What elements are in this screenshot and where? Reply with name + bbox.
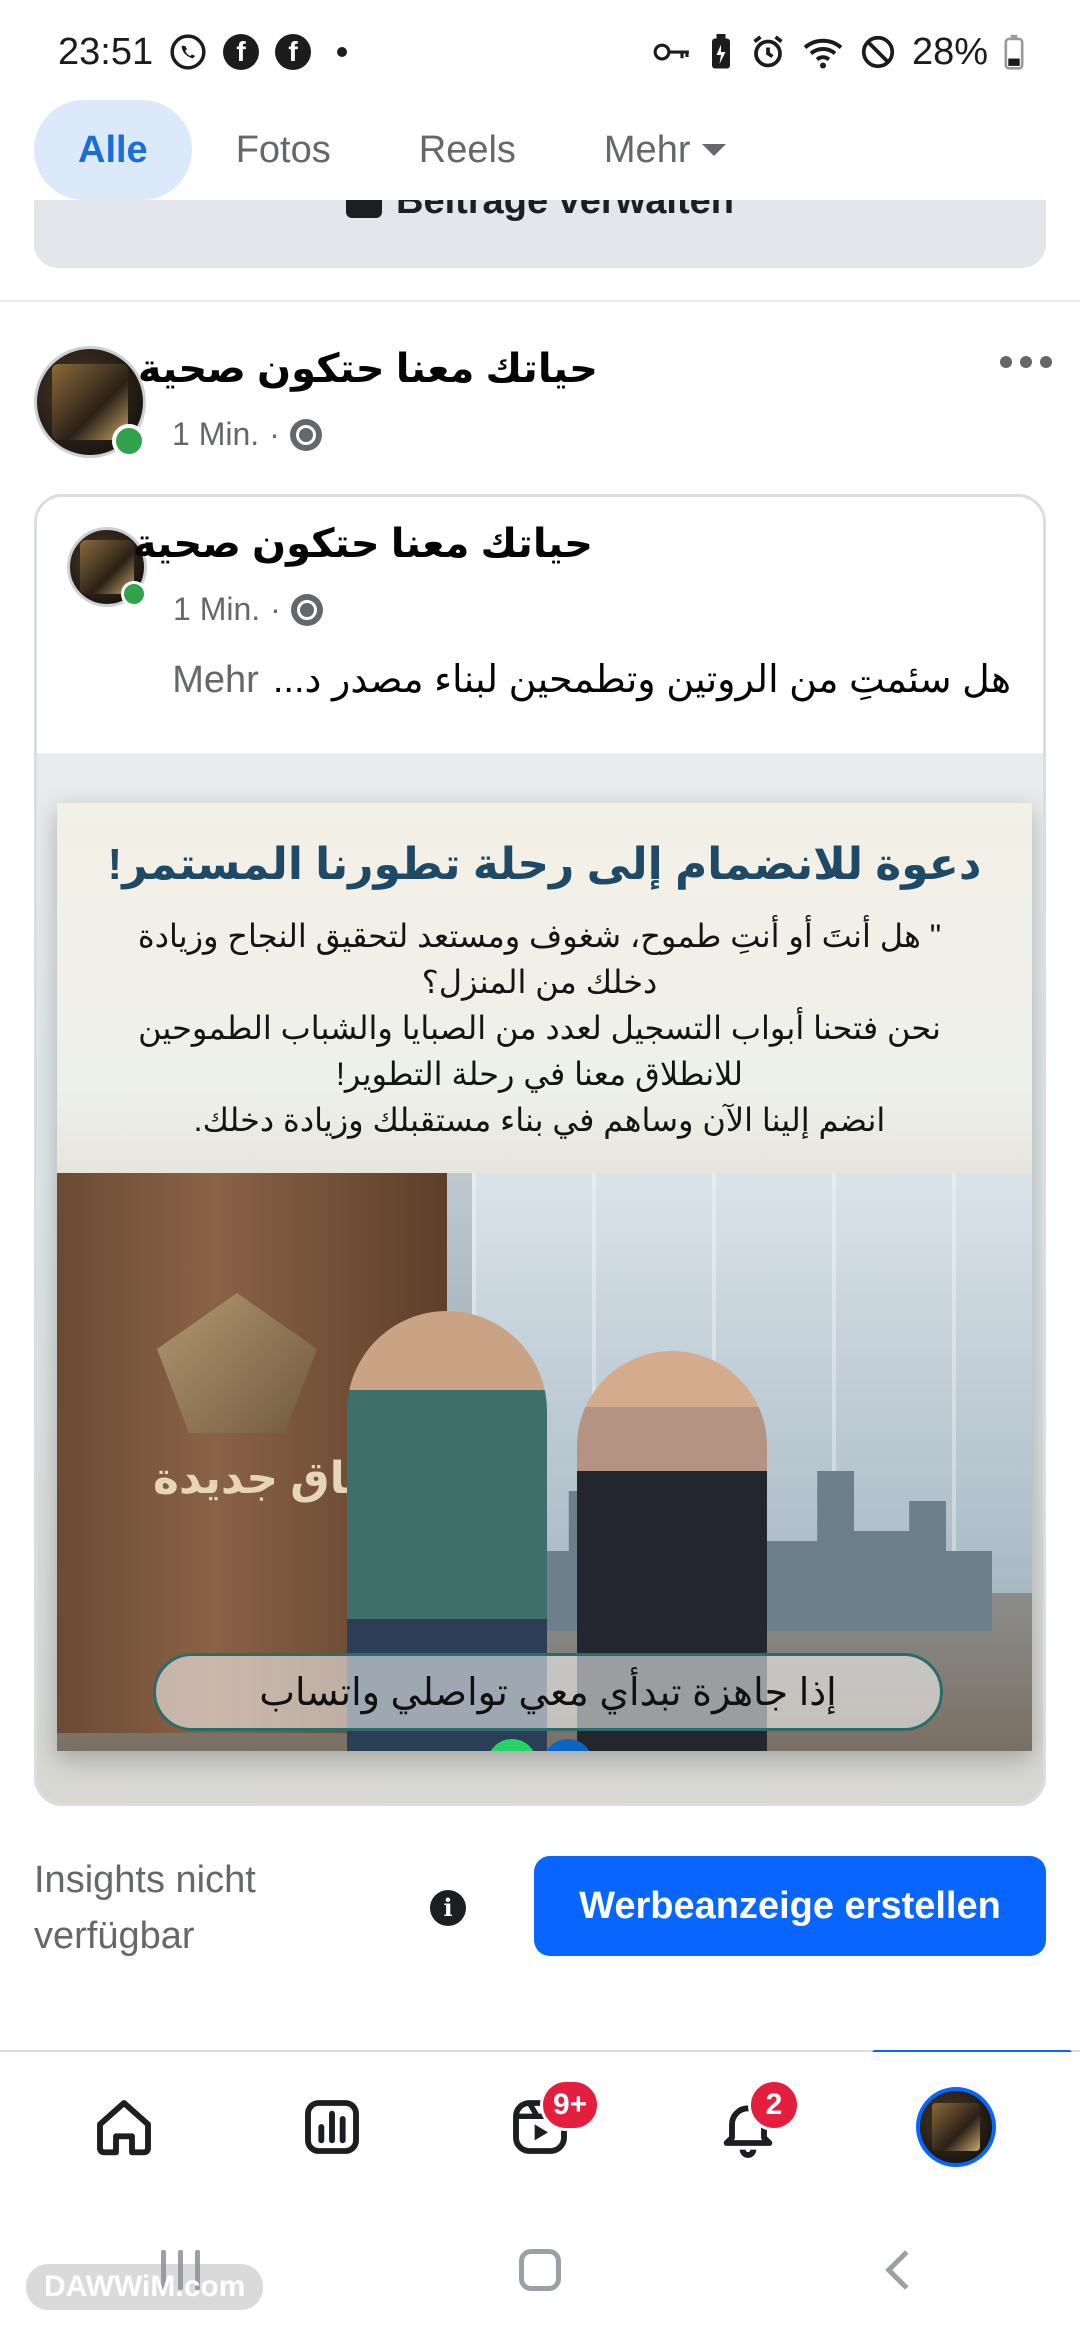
- tab-label: Reels: [418, 128, 516, 171]
- home-icon: [97, 2100, 151, 2156]
- facebook-icon: f: [275, 34, 312, 70]
- manage-posts-button[interactable]: Beiträge verwalten: [34, 200, 1046, 268]
- wifi-icon: [802, 34, 844, 70]
- tab-label: Alle: [78, 128, 148, 171]
- profile-avatar: [916, 2087, 996, 2167]
- online-indicator: [121, 581, 147, 607]
- ad-cta-pill: إذا جاهزة تبدأي معي تواصلي واتساب: [153, 1653, 943, 1731]
- clock: 23:51: [58, 30, 154, 73]
- post-meta: 1 Min. ·: [172, 416, 322, 453]
- manage-posts-label: Beiträge verwalten: [34, 200, 1046, 223]
- ad-creative: آفاق جديدة دعوة للانضمام إلى رحلة تطورنا…: [57, 803, 1032, 1751]
- reels-badge: 9+: [540, 2079, 601, 2131]
- battery-percent: 28%: [911, 30, 988, 73]
- globe-icon: [290, 593, 323, 626]
- ad-line: للانطلاق معنا في رحلة التطوير!: [336, 1056, 743, 1092]
- do-not-disturb-icon: [860, 34, 896, 70]
- tab-label: Fotos: [235, 128, 331, 171]
- notifications-badge: 2: [748, 2079, 800, 2131]
- chat-bubble-icon: [346, 200, 383, 218]
- home-square-icon: [519, 2249, 561, 2291]
- see-more-link[interactable]: Mehr: [172, 659, 259, 702]
- insights-text: Insights nicht verfügbar: [34, 1859, 256, 1957]
- shared-author-name[interactable]: حياتك معنا حتكون صحية: [133, 521, 593, 567]
- more-notifications-dot-icon: [337, 47, 348, 57]
- ad-title: دعوة للانضمام إلى رحلة تطورنا المستمر!: [107, 840, 982, 889]
- meta-separator: ·: [269, 416, 280, 452]
- ad-line: دخلك من المنزل؟: [421, 964, 658, 1000]
- nav-profile[interactable]: [906, 2077, 1006, 2177]
- alarm-icon: [750, 34, 786, 70]
- status-left: 23:51 f f: [58, 30, 348, 74]
- tab-label: Mehr: [603, 128, 691, 171]
- nav-home[interactable]: [74, 2077, 174, 2177]
- nav-insights[interactable]: [282, 2077, 382, 2177]
- facebook-icon: f: [223, 34, 260, 70]
- whatsapp-icon: [169, 33, 207, 71]
- shared-post-card[interactable]: حياتك معنا حتكون صحية 1 Min. · Mehr هل س…: [34, 494, 1046, 1806]
- post-image[interactable]: آفاق جديدة دعوة للانضمام إلى رحلة تطورنا…: [37, 753, 1043, 1803]
- battery-icon: [1004, 34, 1024, 70]
- manage-posts-text: Beiträge verwalten: [396, 200, 734, 222]
- info-icon[interactable]: i: [430, 1890, 466, 1926]
- caret-down-icon: [702, 144, 727, 156]
- ad-line: نحن فتحنا أبواب التسجيل لعدد من الصبايا …: [138, 1010, 941, 1046]
- whatsapp-icon: [487, 1739, 537, 1751]
- ad-line: انضم إلينا الآن وساهم في بناء مستقبلك وز…: [193, 1102, 886, 1138]
- key-icon: [652, 37, 692, 67]
- ad-body: " هل أنتَ أو أنتِ طموح، شغوف ومستعد لتحق…: [87, 913, 992, 1143]
- meta-separator: ·: [270, 591, 281, 627]
- more-options-icon[interactable]: [1000, 356, 1052, 368]
- home-button[interactable]: [480, 2220, 600, 2320]
- divider: [0, 300, 1080, 302]
- battery-saver-icon: [708, 34, 734, 70]
- filter-tabs: Alle Fotos Reels Mehr: [34, 100, 770, 200]
- watermark: DAWWiM.com: [26, 2264, 264, 2310]
- post-author-name[interactable]: حياتك معنا حتكون صحية: [138, 346, 598, 392]
- back-chevron-icon: [885, 2250, 925, 2290]
- insights-unavailable-label: Insights nicht verfügbar: [34, 1852, 414, 1964]
- ad-social-icons: in: [487, 1739, 593, 1751]
- shared-post-time[interactable]: 1 Min.: [173, 591, 260, 628]
- bottom-navigation: 9+ 2: [0, 2052, 1080, 2202]
- shared-post-body: هل سئمتِ من الروتين وتطمحين لبناء مصدر د…: [272, 659, 1011, 701]
- post-time[interactable]: 1 Min.: [172, 416, 259, 453]
- tab-more[interactable]: Mehr: [560, 100, 771, 200]
- status-bar: 23:51 f f 28%: [0, 0, 1080, 104]
- create-ad-button[interactable]: Werbeanzeige erstellen: [534, 1856, 1046, 1956]
- back-button[interactable]: [840, 2220, 960, 2320]
- tab-all[interactable]: Alle: [34, 100, 192, 200]
- shared-post-meta: 1 Min. ·: [173, 591, 323, 628]
- linkedin-icon: in: [543, 1739, 593, 1751]
- shared-post-text: Mehr هل سئمتِ من الروتين وتطمحين لبناء م…: [172, 657, 1011, 702]
- ad-line: " هل أنتَ أو أنتِ طموح، شغوف ومستعد لتحق…: [137, 918, 942, 954]
- tab-reels[interactable]: Reels: [375, 100, 560, 200]
- nav-reels[interactable]: 9+: [490, 2077, 601, 2177]
- status-right: 28%: [652, 31, 1024, 74]
- insights-chart-icon: [305, 2100, 359, 2154]
- tab-photos[interactable]: Fotos: [192, 100, 375, 200]
- globe-icon: [289, 418, 322, 451]
- online-indicator: [112, 424, 146, 458]
- nav-notifications[interactable]: 2: [698, 2077, 800, 2177]
- wall-logo-icon: [157, 1293, 317, 1433]
